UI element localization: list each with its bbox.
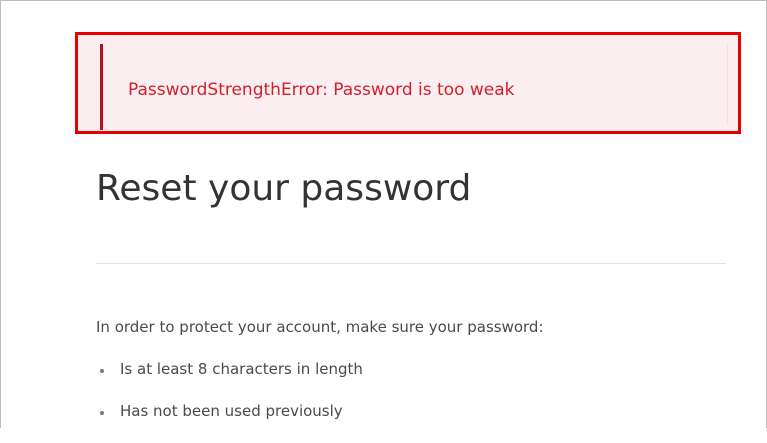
requirement-item-not-reused: Has not been used previously <box>96 401 363 421</box>
alert-accent-bar <box>100 44 103 130</box>
alert-panel-edge <box>727 44 728 124</box>
page-title: Reset your password <box>96 168 472 209</box>
error-message: PasswordStrengthError: Password is too w… <box>128 80 515 100</box>
password-requirements-list: Is at least 8 characters in length Has n… <box>96 359 363 443</box>
page-frame: PasswordStrengthError: Password is too w… <box>0 0 767 428</box>
password-requirements-intro: In order to protect your account, make s… <box>96 318 544 336</box>
divider <box>96 263 726 264</box>
error-alert: PasswordStrengthError: Password is too w… <box>75 32 741 134</box>
requirement-item-length: Is at least 8 characters in length <box>96 359 363 379</box>
